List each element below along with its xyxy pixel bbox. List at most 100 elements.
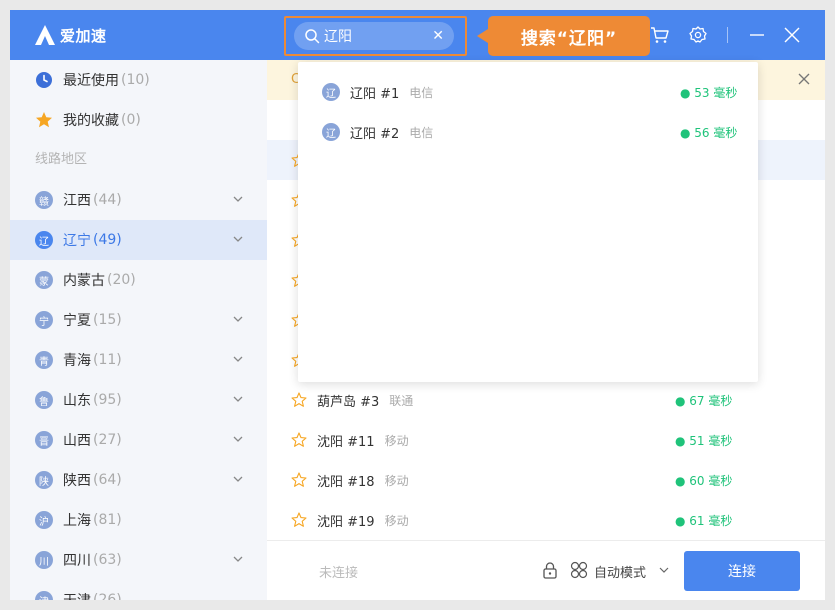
sidebar-item-count: (44) — [93, 192, 122, 208]
logo-icon — [35, 25, 55, 45]
lock-icon[interactable] — [541, 561, 559, 579]
region-list: 赣江西 (44) 辽辽宁 (49) 蒙内蒙古 (20) 宁宁夏 (15) 青青海 (11) 鲁山东(… — [10, 180, 267, 600]
minimize-icon[interactable] — [747, 25, 767, 45]
search-highlight-frame: 辽阳 ✕ — [284, 16, 467, 56]
sidebar-item-count: (20) — [107, 272, 136, 288]
chevron-down-icon[interactable] — [232, 553, 244, 565]
server-name: 辽阳 #2 — [350, 126, 400, 142]
server-row[interactable]: 葫芦岛 #3 联通 ● 67 毫秒 — [267, 380, 825, 420]
sidebar-item-label: 四川 — [63, 553, 91, 569]
server-latency: ● 60 毫秒 — [675, 473, 733, 488]
search-input[interactable]: 辽阳 ✕ — [294, 22, 454, 50]
sidebar-item-region[interactable]: 辽辽宁 (49) — [10, 220, 267, 260]
close-notice-icon[interactable] — [797, 72, 811, 86]
chevron-down-icon[interactable] — [232, 353, 244, 365]
sidebar-item-label: 最近使用 — [63, 73, 119, 89]
clock-icon — [35, 71, 53, 89]
sidebar-item-count: (27) — [93, 432, 122, 448]
app-logo: 爱加速 — [34, 24, 107, 46]
server-isp: 联通 — [389, 393, 414, 408]
chevron-down-icon[interactable] — [232, 393, 244, 405]
server-isp: 移动 — [384, 473, 409, 488]
sidebar-item-region[interactable]: 宁宁夏 (15) — [10, 300, 267, 340]
search-value[interactable]: 辽阳 — [324, 26, 432, 46]
sidebar-item-label: 青海 — [63, 353, 91, 369]
region-badge: 辽 — [322, 123, 340, 141]
sidebar-item-region[interactable]: 晋山西 (27) — [10, 420, 267, 460]
sidebar-item-favorites[interactable]: 我的收藏 (0) — [10, 100, 267, 140]
region-badge: 晋 — [35, 431, 53, 449]
sidebar-item-label: 上海 — [63, 513, 91, 529]
sidebar-item-region[interactable]: 沪上海 (81) — [10, 500, 267, 540]
sidebar-item-count: (49) — [93, 232, 122, 248]
mode-select[interactable]: 自动模式 — [594, 562, 646, 581]
app-window: 爱加速 辽阳 ✕ 搜索“辽阳” 最近使用 (10) 我的收藏 (0) 线路地区 … — [10, 10, 825, 600]
region-badge: 鲁 — [35, 391, 53, 409]
server-isp: 移动 — [384, 433, 409, 448]
sidebar-item-count: (63) — [93, 552, 122, 568]
server-name: 沈阳 #18 — [317, 474, 375, 490]
chevron-down-icon[interactable] — [232, 233, 244, 245]
search-result-item[interactable]: 辽辽阳 #2 电信 ● 56 毫秒 — [298, 112, 758, 152]
region-badge: 川 — [35, 551, 53, 569]
chevron-down-icon[interactable] — [659, 565, 669, 575]
server-isp: 电信 — [409, 125, 434, 140]
sidebar-item-count: (26) — [93, 592, 122, 600]
sidebar-item-label: 天津 — [63, 590, 91, 600]
chevron-down-icon[interactable] — [232, 313, 244, 325]
sidebar-item-recent[interactable]: 最近使用 (10) — [10, 60, 267, 100]
sidebar-item-region[interactable]: 蒙内蒙古 (20) — [10, 260, 267, 300]
gear-icon[interactable] — [688, 25, 708, 45]
favorite-star-icon[interactable] — [291, 432, 307, 448]
region-badge: 沪 — [35, 511, 53, 529]
server-latency: ● 51 毫秒 — [675, 433, 733, 448]
server-row[interactable]: 沈阳 #19 移动 ● 61 毫秒 — [267, 500, 825, 540]
favorite-star-icon[interactable] — [291, 472, 307, 488]
sidebar-item-region[interactable]: 陕陕西 (64) — [10, 460, 267, 500]
chevron-down-icon[interactable] — [232, 193, 244, 205]
server-name: 葫芦岛 #3 — [317, 394, 380, 410]
sidebar-item-region[interactable]: 鲁山东 (95) — [10, 380, 267, 420]
server-name: 辽阳 #1 — [350, 86, 400, 102]
section-label: 线路地区 — [35, 152, 88, 167]
sidebar-item-count: (81) — [93, 512, 122, 528]
close-icon[interactable] — [782, 25, 802, 45]
sidebar-item-region[interactable]: 津 天津(26) — [10, 580, 267, 600]
server-row[interactable]: 沈阳 #11 移动 ● 51 毫秒 — [267, 420, 825, 460]
chevron-down-icon[interactable] — [232, 473, 244, 485]
favorite-star-icon[interactable] — [291, 392, 307, 408]
sidebar-item-label: 江西 — [63, 193, 91, 209]
cart-icon[interactable] — [650, 25, 670, 45]
server-latency: ● 53 毫秒 — [680, 85, 738, 100]
favorite-star-icon[interactable] — [291, 512, 307, 528]
sidebar-item-count: (64) — [93, 472, 122, 488]
sidebar-item-region[interactable]: 赣江西 (44) — [10, 180, 267, 220]
star-icon — [35, 111, 53, 129]
sidebar-item-region[interactable]: 青青海 (11) — [10, 340, 267, 380]
search-result-item[interactable]: 辽辽阳 #1 电信 ● 53 毫秒 — [298, 72, 758, 112]
sidebar-item-label: 陕西 — [63, 473, 91, 489]
sidebar-item-count: (0) — [121, 112, 141, 128]
sidebar-item-label: 辽宁 — [63, 233, 91, 249]
connect-button[interactable]: 连接 — [684, 551, 800, 591]
search-results-dropdown: 辽辽阳 #1 电信 ● 53 毫秒辽辽阳 #2 电信 ● 56 毫秒 — [298, 62, 758, 382]
mode-grid-icon — [570, 561, 588, 579]
region-badge: 蒙 — [35, 271, 53, 289]
server-latency: ● 61 毫秒 — [675, 513, 733, 528]
search-callout: 搜索“辽阳” — [477, 16, 650, 56]
clear-search-icon[interactable]: ✕ — [432, 28, 444, 44]
title-bar: 爱加速 辽阳 ✕ 搜索“辽阳” — [10, 10, 825, 60]
server-row[interactable]: 沈阳 #18 移动 ● 60 毫秒 — [267, 460, 825, 500]
region-badge: 宁 — [35, 311, 53, 329]
region-badge: 陕 — [35, 471, 53, 489]
server-name: 沈阳 #19 — [317, 514, 375, 530]
sidebar-item-count: (11) — [93, 352, 122, 368]
region-badge: 津 — [35, 591, 53, 600]
sidebar-item-region[interactable]: 川四川 (63) — [10, 540, 267, 580]
sidebar-item-label: 山东 — [63, 393, 91, 409]
chevron-down-icon[interactable] — [232, 433, 244, 445]
region-badge: 赣 — [35, 191, 53, 209]
search-icon — [305, 29, 320, 44]
server-isp: 移动 — [384, 513, 409, 528]
sidebar: 最近使用 (10) 我的收藏 (0) 线路地区 赣江西 (44) 辽辽宁 (49) 蒙内… — [10, 60, 267, 600]
